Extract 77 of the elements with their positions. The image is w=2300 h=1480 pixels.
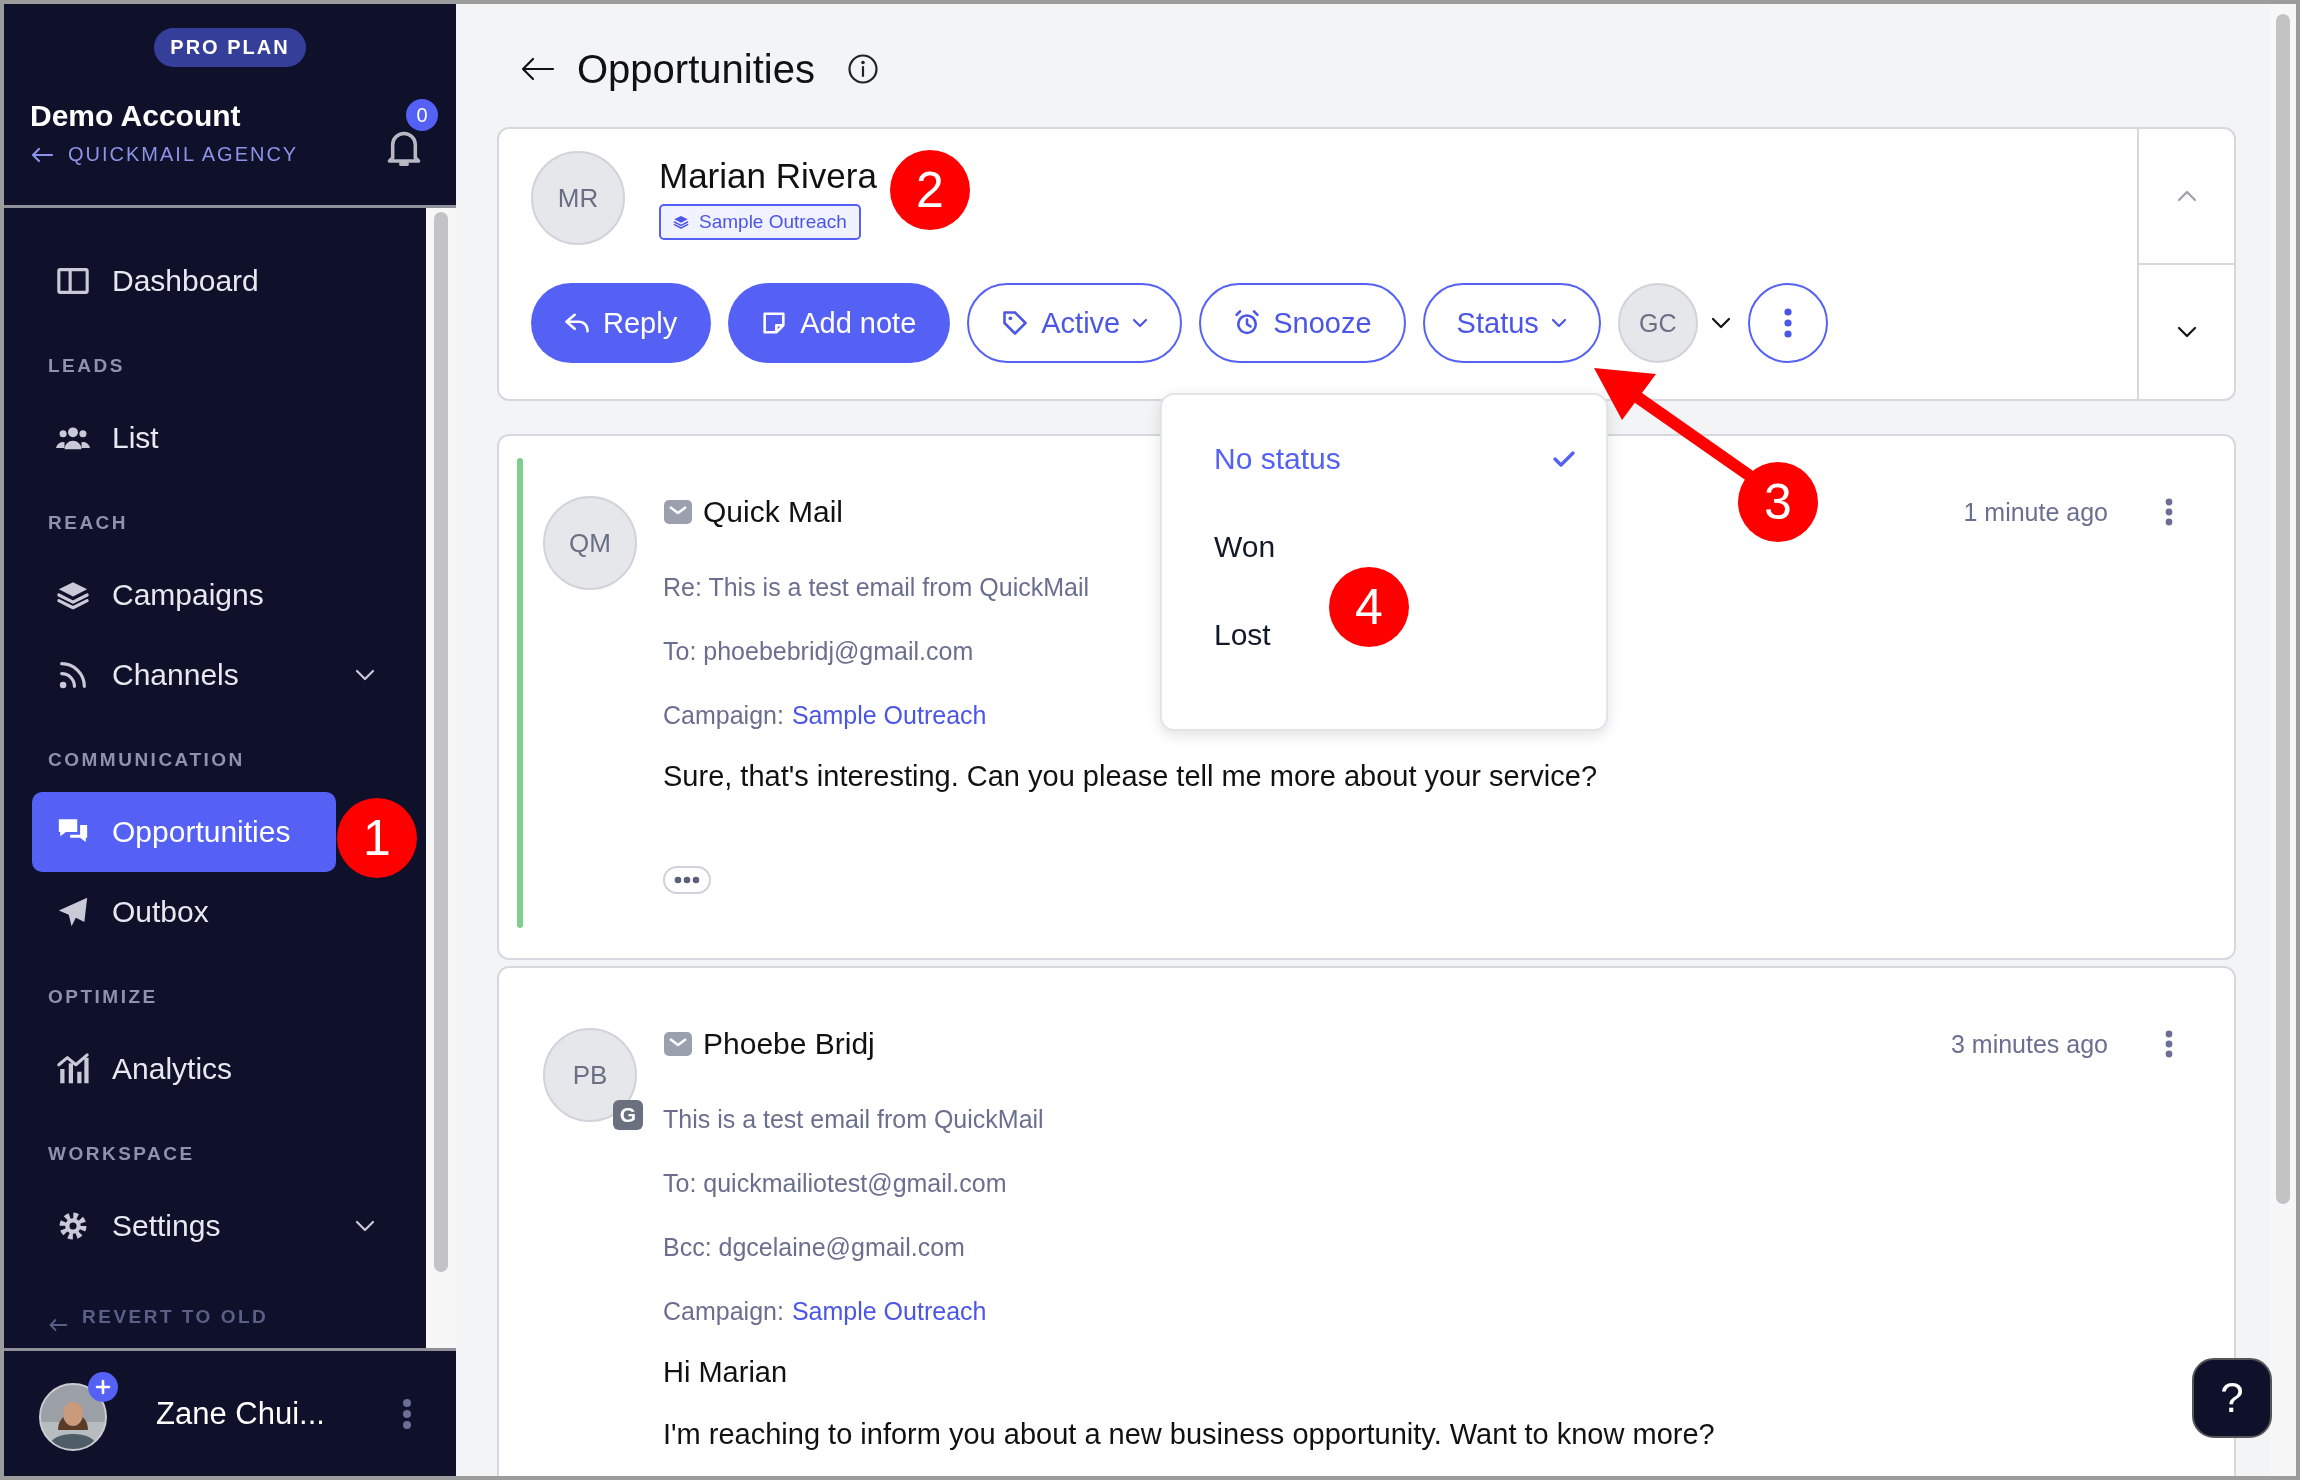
info-icon[interactable] <box>846 53 879 85</box>
message-text: Sure, that's interesting. Can you please tell me more about your service? <box>663 759 1598 794</box>
timestamp: 1 minute ago <box>1963 497 2108 527</box>
agency-link[interactable]: QUICKMAIL AGENCY <box>30 143 299 166</box>
kebab-menu-icon[interactable] <box>2164 1029 2174 1059</box>
kebab-menu-icon <box>1782 308 1793 338</box>
dropdown-button[interactable]: Active <box>967 283 1183 363</box>
message-text: I'm reaching to inform you about a new business opportunity. Want to know more? <box>663 1417 1715 1452</box>
sender-name: Quick Mail <box>703 495 844 529</box>
chevron-down-icon <box>2175 325 2198 339</box>
assignee-avatar[interactable]: GC <box>1617 283 1698 363</box>
avatar: MR <box>531 151 625 245</box>
nav-item[interactable]: Settings <box>32 1186 336 1266</box>
section-label: COMMUNICATION <box>48 748 246 772</box>
channel-badge: G <box>613 1100 643 1130</box>
action-button[interactable]: Reply <box>531 283 712 363</box>
email-detail: To: quickmailiotest@gmail.com <box>663 1168 1007 1199</box>
section-label: WORKSPACE <box>48 1142 196 1166</box>
field-label: Campaign: <box>663 700 784 731</box>
menu-item[interactable]: Won <box>1162 519 1292 575</box>
campaign-link[interactable]: Sample Outreach <box>791 699 987 732</box>
nav-item[interactable]: Analytics <box>32 1029 336 1109</box>
help-button[interactable]: ? <box>2192 1358 2272 1438</box>
email-detail: To: phoebebridj@gmail.com <box>663 636 974 667</box>
show-more-button[interactable] <box>663 866 711 894</box>
campaign-link[interactable]: Sample Outreach <box>791 1295 987 1328</box>
timestamp: 3 minutes ago <box>1950 1029 2108 1059</box>
kebab-menu-icon[interactable] <box>402 1397 412 1430</box>
section-label: LEADS <box>48 354 126 378</box>
lead-name: Marian Rivera <box>659 156 877 196</box>
avatar: QM <box>543 496 637 590</box>
chevron-up-icon <box>2175 189 2198 203</box>
revert-link[interactable]: REVERT TO OLD <box>48 1306 426 1332</box>
tag-icon <box>1001 309 1030 337</box>
menu-item[interactable]: Lost <box>1162 607 1287 663</box>
envelope-icon <box>663 497 693 527</box>
layers-icon <box>673 214 689 230</box>
notification-badge: 0 <box>406 99 438 131</box>
scrollbar-thumb[interactable] <box>434 212 448 1272</box>
kebab-menu-icon[interactable] <box>2164 497 2174 527</box>
nav-item[interactable]: Outbox <box>32 872 336 952</box>
section-label: OPTIMIZE <box>48 985 159 1009</box>
scrollbar-thumb[interactable] <box>2276 14 2290 1204</box>
nav-item[interactable]: Opportunities <box>32 792 336 872</box>
nav-item[interactable]: Campaigns <box>32 555 336 635</box>
send-icon <box>56 895 90 929</box>
email-detail: Re: This is a test email from QuickMail <box>663 572 1090 603</box>
plus-icon[interactable] <box>88 1371 118 1402</box>
bar-chart-icon <box>56 1052 90 1086</box>
nav-item[interactable]: List <box>32 398 336 478</box>
ellipsis-icon <box>674 876 700 884</box>
page-title: Opportunities <box>577 46 815 92</box>
campaign-tag[interactable]: Sample Outreach <box>659 204 861 240</box>
email-detail: This is a test email from QuickMail <box>663 1104 1044 1135</box>
envelope-icon <box>663 1029 693 1059</box>
back-arrow-icon[interactable] <box>519 56 555 82</box>
user-name: Zane Chui... <box>156 1395 326 1432</box>
check-icon <box>1552 450 1576 468</box>
back-arrow-icon <box>48 1318 68 1332</box>
menu-item[interactable]: No status <box>1162 431 1606 487</box>
email-detail: Bcc: dgcelaine@gmail.com <box>663 1232 965 1263</box>
sender-name: Phoebe Bridj <box>703 1027 875 1061</box>
dropdown-button[interactable]: Status <box>1422 283 1601 363</box>
message-text: Hi Marian <box>663 1355 788 1390</box>
nav-item[interactable]: Channels <box>32 635 336 715</box>
chevron-down-icon <box>1132 318 1149 328</box>
chevron-down-icon[interactable] <box>1710 317 1731 329</box>
action-button[interactable]: Snooze <box>1199 283 1406 363</box>
alarm-clock-icon <box>1233 309 1262 337</box>
plan-badge: PRO PLAN <box>154 28 306 67</box>
account-name: Demo Account <box>30 99 242 133</box>
back-arrow-icon <box>30 146 54 163</box>
field-label: Campaign: <box>663 1296 784 1327</box>
nav-item[interactable]: Dashboard <box>32 241 336 321</box>
section-label: REACH <box>48 511 130 535</box>
chevron-down-icon <box>1550 318 1567 328</box>
action-button[interactable]: Add note <box>728 283 951 363</box>
